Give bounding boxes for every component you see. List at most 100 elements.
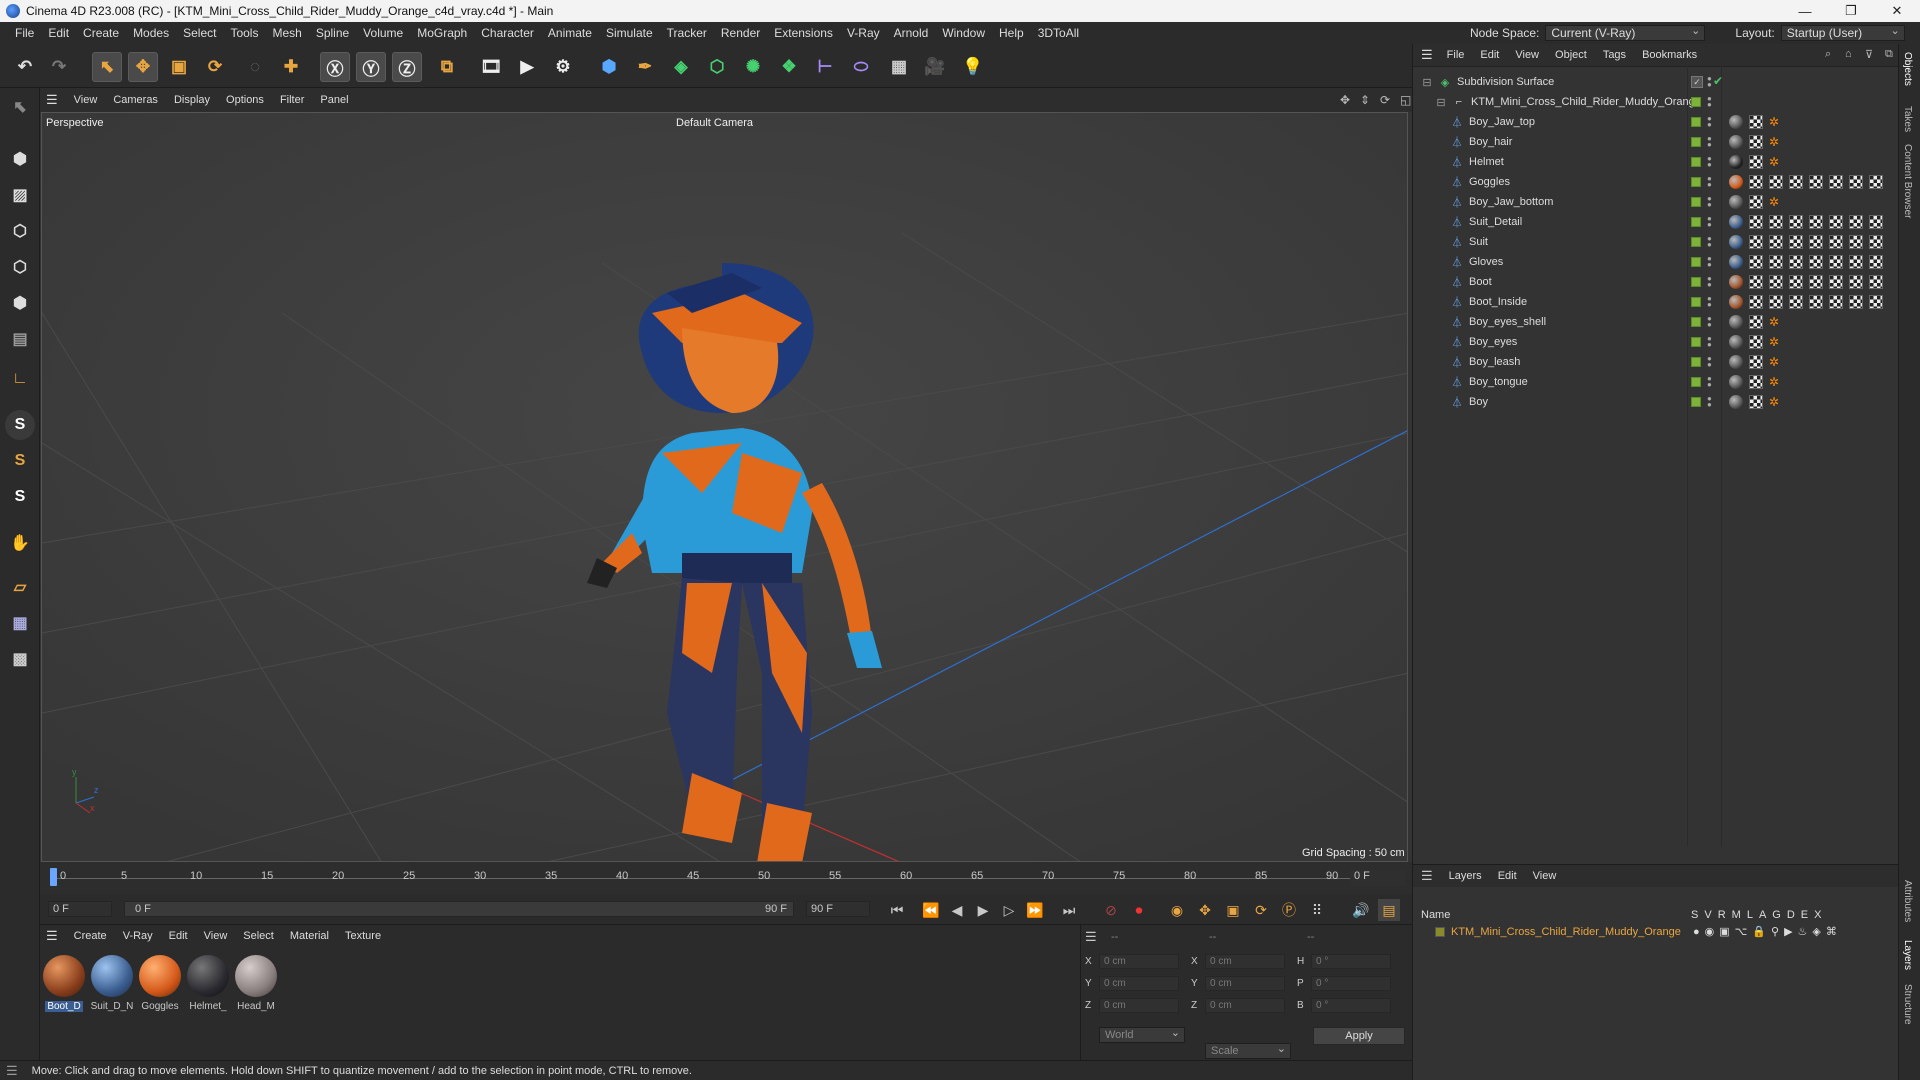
visibility-dots-icon[interactable]: ● ●: [1707, 315, 1713, 329]
material-tag-icon[interactable]: [1729, 295, 1743, 309]
texture-tag-icon[interactable]: [1749, 395, 1763, 409]
layer-color-chip[interactable]: [1691, 357, 1701, 367]
menu-animate[interactable]: Animate: [541, 26, 599, 40]
rotate-tool-icon[interactable]: ⟳: [200, 52, 230, 82]
menu-modes[interactable]: Modes: [126, 26, 176, 40]
motion-tracks-icon[interactable]: 🔊: [1350, 899, 1372, 921]
texture-tag-icon[interactable]: [1769, 175, 1783, 189]
layer-row[interactable]: KTM_Mini_Cross_Child_Rider_Muddy_Orange …: [1413, 923, 1899, 941]
workplane-snap-icon[interactable]: S: [5, 482, 35, 512]
material-tag-icon[interactable]: [1729, 135, 1743, 149]
texture-tag-icon[interactable]: [1849, 295, 1863, 309]
prev-frame-icon[interactable]: ◀: [946, 899, 968, 921]
grid-icon[interactable]: ▦: [5, 608, 35, 638]
material-tag-icon[interactable]: [1729, 115, 1743, 129]
obj-search-icon[interactable]: ⌕: [1817, 48, 1839, 61]
edit-toggle-icon[interactable]: ✓: [1691, 76, 1703, 88]
snap-icon[interactable]: S: [5, 410, 35, 440]
texture-tag-icon[interactable]: [1809, 175, 1823, 189]
obj-menu-view[interactable]: View: [1507, 49, 1547, 61]
go-to-end-icon[interactable]: ⏭: [1058, 899, 1080, 921]
material-swatch[interactable]: Boot_D: [42, 955, 86, 1012]
coord-mode-dropdown[interactable]: World: [1099, 1026, 1185, 1043]
layer-flag-icons[interactable]: ●◉▣⌥🔒⚲▶♨◈⌘: [1693, 925, 1842, 938]
next-frame-icon[interactable]: ▷: [998, 899, 1020, 921]
visibility-dots-icon[interactable]: ● ●: [1707, 235, 1713, 249]
menu-file[interactable]: File: [8, 26, 41, 40]
texture-tag-icon[interactable]: [1869, 215, 1883, 229]
viewport-menu-view[interactable]: View: [66, 94, 106, 106]
texture-tag-icon[interactable]: [1749, 175, 1763, 189]
size-mode-dropdown[interactable]: Scale: [1205, 1042, 1291, 1059]
vray-tag-icon[interactable]: ✲: [1769, 116, 1781, 128]
key-position-icon[interactable]: ✥: [1194, 899, 1216, 921]
position-x-field[interactable]: 0 cm: [1099, 953, 1179, 969]
render-view-icon[interactable]: 🎞: [476, 52, 506, 82]
visibility-dots-icon[interactable]: ● ●: [1707, 175, 1713, 189]
layer-color-chip[interactable]: [1691, 97, 1701, 107]
vray-tag-icon[interactable]: ✲: [1769, 376, 1781, 388]
next-key-icon[interactable]: ⏩: [1024, 899, 1046, 921]
cube-object-icon[interactable]: ⬢: [594, 52, 624, 82]
tab-layers[interactable]: Layers: [1902, 940, 1913, 970]
key-rotation-icon[interactable]: ⟳: [1250, 899, 1272, 921]
menu-window[interactable]: Window: [935, 26, 992, 40]
scale-tool-icon[interactable]: ▣: [164, 52, 194, 82]
texture-tag-icon[interactable]: [1869, 255, 1883, 269]
current-frame-field[interactable]: 0 F: [1350, 870, 1406, 886]
texture-tag-icon[interactable]: [1829, 295, 1843, 309]
visibility-dots-icon[interactable]: ● ●: [1707, 355, 1713, 369]
position-z-field[interactable]: 0 cm: [1099, 997, 1179, 1013]
transform-tool-icon[interactable]: ✚: [276, 52, 306, 82]
texture-tag-icon[interactable]: [1749, 355, 1763, 369]
tab-structure[interactable]: Structure: [1902, 984, 1913, 1025]
menu-character[interactable]: Character: [474, 26, 541, 40]
texture-tag-icon[interactable]: [1789, 215, 1803, 229]
object-row[interactable]: ⏃ Boot_Inside ● ●: [1413, 292, 1899, 312]
visibility-dots-icon[interactable]: ● ●: [1707, 375, 1713, 389]
layer-color-chip[interactable]: [1691, 217, 1701, 227]
mat-menu-create[interactable]: Create: [66, 930, 115, 942]
texture-tag-icon[interactable]: [1809, 215, 1823, 229]
visibility-dots-icon[interactable]: ● ●: [1707, 215, 1713, 229]
x-axis-lock-icon[interactable]: Ⓧ: [320, 52, 350, 82]
texture-tag-icon[interactable]: [1789, 275, 1803, 289]
visibility-dots-icon[interactable]: ● ●: [1707, 275, 1713, 289]
layer-color-chip[interactable]: [1691, 117, 1701, 127]
timeline-window-icon[interactable]: ▤: [1378, 899, 1400, 921]
material-tag-icon[interactable]: [1729, 375, 1743, 389]
visibility-dots-icon[interactable]: ● ●: [1707, 395, 1713, 409]
vray-tag-icon[interactable]: ✲: [1769, 356, 1781, 368]
uv-mode-icon[interactable]: ▤: [5, 324, 35, 354]
redo-icon[interactable]: ↷: [44, 52, 74, 82]
menu-arnold[interactable]: Arnold: [887, 26, 936, 40]
texture-tag-icon[interactable]: [1769, 295, 1783, 309]
visibility-dots-icon[interactable]: ● ●: [1707, 95, 1713, 109]
key-select-icon[interactable]: ◉: [1166, 899, 1188, 921]
mat-menu-vray[interactable]: V-Ray: [115, 930, 161, 942]
object-row-group[interactable]: ⊟ ⌐ KTM_Mini_Cross_Child_Rider_Muddy_Orang…: [1413, 92, 1899, 112]
visibility-dots-icon[interactable]: ● ●: [1707, 135, 1713, 149]
texture-tag-icon[interactable]: [1849, 255, 1863, 269]
coord-hamburger-icon[interactable]: ☰: [1085, 929, 1097, 945]
texture-tag-icon[interactable]: [1829, 235, 1843, 249]
close-icon[interactable]: ✕: [1874, 0, 1920, 22]
material-tag-icon[interactable]: [1729, 215, 1743, 229]
viewport-menu-options[interactable]: Options: [218, 94, 272, 106]
node-space-dropdown[interactable]: Current (V-Ray): [1545, 24, 1706, 41]
tab-attributes[interactable]: Attributes: [1902, 880, 1913, 922]
spline-pen-icon[interactable]: ✒: [630, 52, 660, 82]
timeline-ruler[interactable]: 0 5 10 15 20 25 30 35 40 45 50 55 60 65 …: [40, 862, 1412, 894]
object-row[interactable]: ⏃ Suit ● ●: [1413, 232, 1899, 252]
texture-tag-icon[interactable]: [1749, 195, 1763, 209]
layer-color-chip[interactable]: [1691, 197, 1701, 207]
material-tag-icon[interactable]: [1729, 195, 1743, 209]
workplane-icon[interactable]: ▱: [5, 572, 35, 602]
texture-tag-icon[interactable]: [1769, 215, 1783, 229]
texture-tag-icon[interactable]: [1809, 235, 1823, 249]
playhead[interactable]: [50, 868, 57, 886]
object-row[interactable]: ⏃ Boy_Jaw_bottom ● ● ✲: [1413, 192, 1899, 212]
menu-select[interactable]: Select: [176, 26, 223, 40]
material-tag-icon[interactable]: [1729, 275, 1743, 289]
start-frame-field[interactable]: 0 F: [48, 901, 112, 917]
